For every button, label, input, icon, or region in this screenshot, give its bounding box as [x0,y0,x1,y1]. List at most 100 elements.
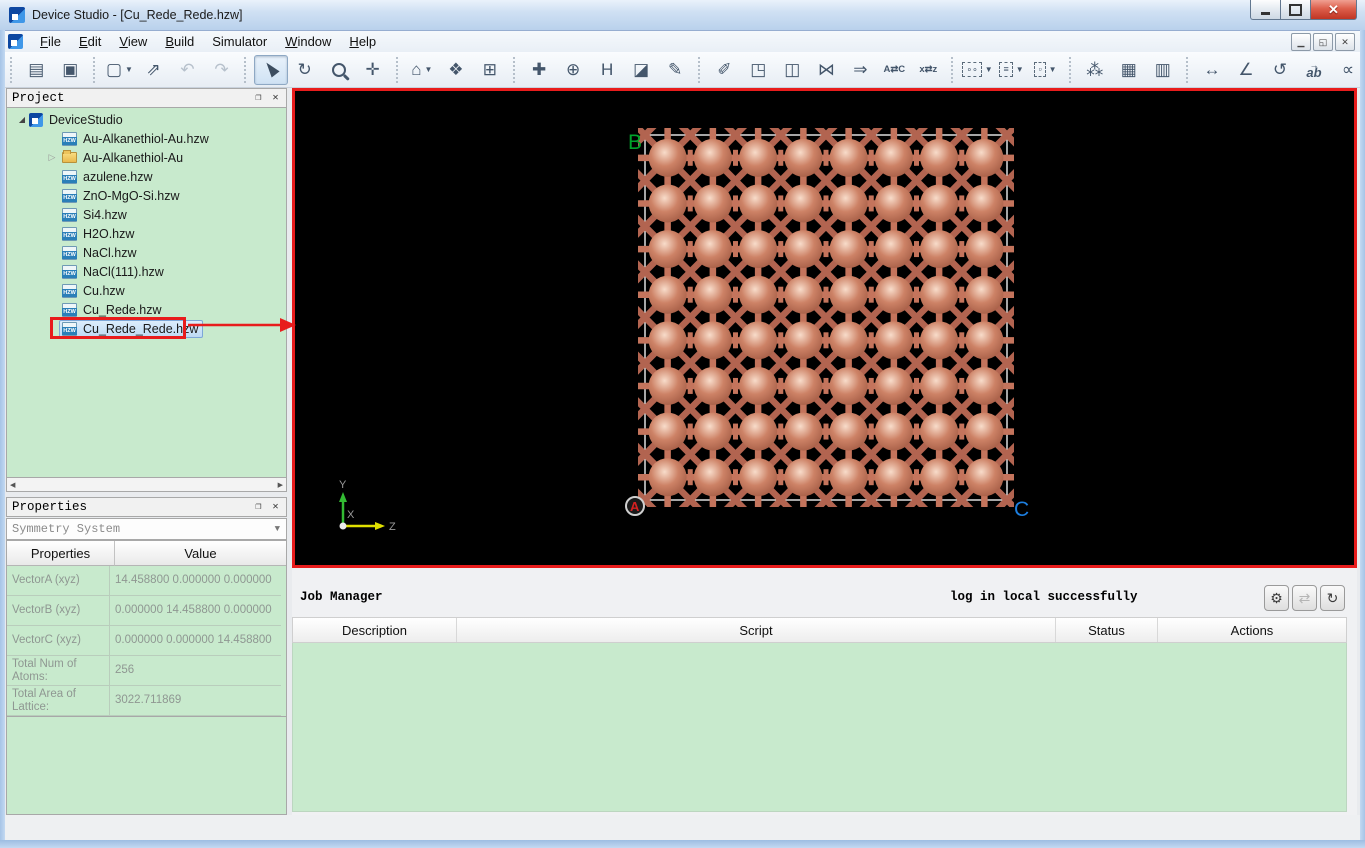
tree-item[interactable]: Cu.hzw [7,281,286,300]
job-transfer-button[interactable]: ⇄ [1292,585,1317,611]
project-close-button[interactable]: ✕ [269,92,282,104]
tree-item-chip[interactable]: Au-Alkanethiol-Au [59,149,188,167]
title-bar[interactable]: Device Studio - [Cu_Rede_Rede.hzw] ✕ [0,0,1365,31]
mdi-minimize-button[interactable]: ▁ [1291,33,1311,51]
tree-item[interactable]: azulene.hzw [7,167,286,186]
job-column-actions[interactable]: Actions [1158,618,1346,642]
property-value[interactable]: 256 [110,656,281,686]
job-column-status[interactable]: Status [1056,618,1158,642]
select-atoms-mode-button[interactable]: ∘∘ ▼ [961,55,995,85]
home-view-button[interactable]: ⌂ ▼ [405,55,439,85]
minimize-button[interactable] [1250,0,1280,20]
tree-item[interactable]: Cu_Rede_Rede.hzw [7,319,286,338]
mdi-restore-button[interactable]: ◱ [1313,33,1333,51]
build-cluster-button[interactable]: ⁂ [1078,55,1112,85]
mdi-close-button[interactable]: ✕ [1335,33,1355,51]
extend-cell-button[interactable]: ◳ [741,55,775,85]
chevron-down-icon[interactable]: ▼ [125,65,133,74]
project-panel-header[interactable]: Project ❐ ✕ [6,88,287,108]
tree-item-chip[interactable]: NaCl(111).hzw [59,263,169,281]
properties-column-header[interactable]: Properties [7,541,115,566]
measure-torsion-button[interactable]: ↺ [1263,55,1297,85]
scroll-right-icon[interactable]: ▶ [278,481,283,489]
measure-distance-button[interactable]: ↔ [1195,55,1229,85]
mirror-button[interactable]: ⋈ [809,55,843,85]
tile-windows-button[interactable]: ⊞ [473,55,507,85]
tree-item-chip[interactable]: Au-Alkanethiol-Au.hzw [59,130,214,148]
pan-view-button[interactable]: ✛ [356,55,390,85]
maximize-button[interactable] [1280,0,1310,20]
redo-button[interactable]: ↷ [204,55,238,85]
new-file-button[interactable]: ▢ ▼ [102,55,136,85]
tree-item[interactable]: ▷ Au-Alkanethiol-Au [7,148,286,167]
edit-bond-button[interactable]: ✐ [707,55,741,85]
job-column-description[interactable]: Description [293,618,457,642]
tree-item-chip[interactable]: azulene.hzw [59,168,158,186]
swap-axes-abc-button[interactable]: A⇄C [877,55,911,85]
export-button[interactable]: ⇗ [136,55,170,85]
property-value[interactable]: 14.458800 0.000000 0.000000 [110,566,281,596]
tree-item-chip[interactable]: ZnO-MgO-Si.hzw [59,187,185,205]
menu-window[interactable]: Window [276,32,340,51]
property-value[interactable]: 3022.711869 [110,686,281,716]
tree-item-chip[interactable]: Si4.hzw [59,206,132,224]
tree-root-row[interactable]: ◢ DeviceStudio [7,110,286,129]
tree-item-chip[interactable]: NaCl.hzw [59,244,142,262]
tree-item[interactable]: Si4.hzw [7,205,286,224]
job-column-script[interactable]: Script [457,618,1056,642]
expand-arrow-icon[interactable]: ◢ [15,115,29,124]
tree-item-chip[interactable]: Cu_Rede_Rede.hzw [59,319,204,338]
menu-help[interactable]: Help [340,32,385,51]
zoom-view-button[interactable] [322,55,356,85]
save-button[interactable]: ▣ [53,55,87,85]
job-settings-button[interactable]: ⚙ [1264,585,1289,611]
select-cursor-button[interactable] [253,54,288,85]
tree-item[interactable]: H2O.hzw [7,224,286,243]
cleave-surface-button[interactable]: ◫ [775,55,809,85]
chevron-down-icon[interactable]: ▼ [1049,65,1057,74]
close-button[interactable]: ✕ [1310,0,1357,20]
tree-item[interactable]: ZnO-MgO-Si.hzw [7,186,286,205]
menu-view[interactable]: View [110,32,156,51]
edit-lattice-button[interactable]: ▥ [1146,55,1180,85]
menu-edit[interactable]: Edit [70,32,110,51]
swap-axes-xyz-button[interactable]: x⇄z [911,55,945,85]
tree-item-chip[interactable]: H2O.hzw [59,225,139,243]
job-refresh-button[interactable]: ↻ [1320,585,1345,611]
build-supercell-button[interactable]: ▦ [1112,55,1146,85]
fit-view-button[interactable]: ❖ [439,55,473,85]
value-column-header[interactable]: Value [115,541,286,566]
undo-button[interactable]: ↶ [170,55,204,85]
menu-build[interactable]: Build [156,32,203,51]
sketch-bond-button[interactable]: ✎ [658,55,692,85]
tree-item-chip[interactable]: Cu_Rede.hzw [59,301,167,319]
collapse-arrow-icon[interactable]: ▷ [45,152,59,163]
menu-file[interactable]: File [31,32,70,51]
scroll-left-icon[interactable]: ◀ [10,481,15,489]
properties-panel-header[interactable]: Properties ❐ ✕ [6,497,287,517]
add-atom-button[interactable]: ✚ [522,55,556,85]
tree-item[interactable]: NaCl(111).hzw [7,262,286,281]
project-float-button[interactable]: ❐ [252,92,265,104]
project-horizontal-scrollbar[interactable]: ◀ ▶ [6,477,287,492]
add-hydrogen-button[interactable]: H [590,55,624,85]
structure-viewport[interactable]: B A C Y Z X [292,88,1357,568]
properties-close-button[interactable]: ✕ [269,501,282,513]
erase-button[interactable]: ◪ [624,55,658,85]
chevron-down-icon[interactable]: ▼ [425,65,433,74]
symmetry-system-select[interactable]: Symmetry System ▼ [6,518,287,540]
tree-item-chip[interactable]: Cu.hzw [59,282,130,300]
properties-float-button[interactable]: ❐ [252,501,265,513]
select-layers-mode-button[interactable]: ≡ ▼ [995,55,1029,85]
add-fragment-button[interactable]: ⊕ [556,55,590,85]
tree-item[interactable]: NaCl.hzw [7,243,286,262]
chevron-down-icon[interactable]: ▼ [1016,65,1024,74]
lattice-vectors-button[interactable]: → ab [1297,55,1331,85]
convert-structure-button[interactable]: ⇒ [843,55,877,85]
chevron-down-icon[interactable]: ▼ [985,65,993,74]
tree-item[interactable]: Cu_Rede.hzw [7,300,286,319]
rotate-view-button[interactable]: ↻ [288,55,322,85]
import-button[interactable]: ▤ [19,55,53,85]
menu-simulator[interactable]: Simulator [203,32,276,51]
structure-canvas[interactable]: B A C Y Z X [295,91,1354,565]
